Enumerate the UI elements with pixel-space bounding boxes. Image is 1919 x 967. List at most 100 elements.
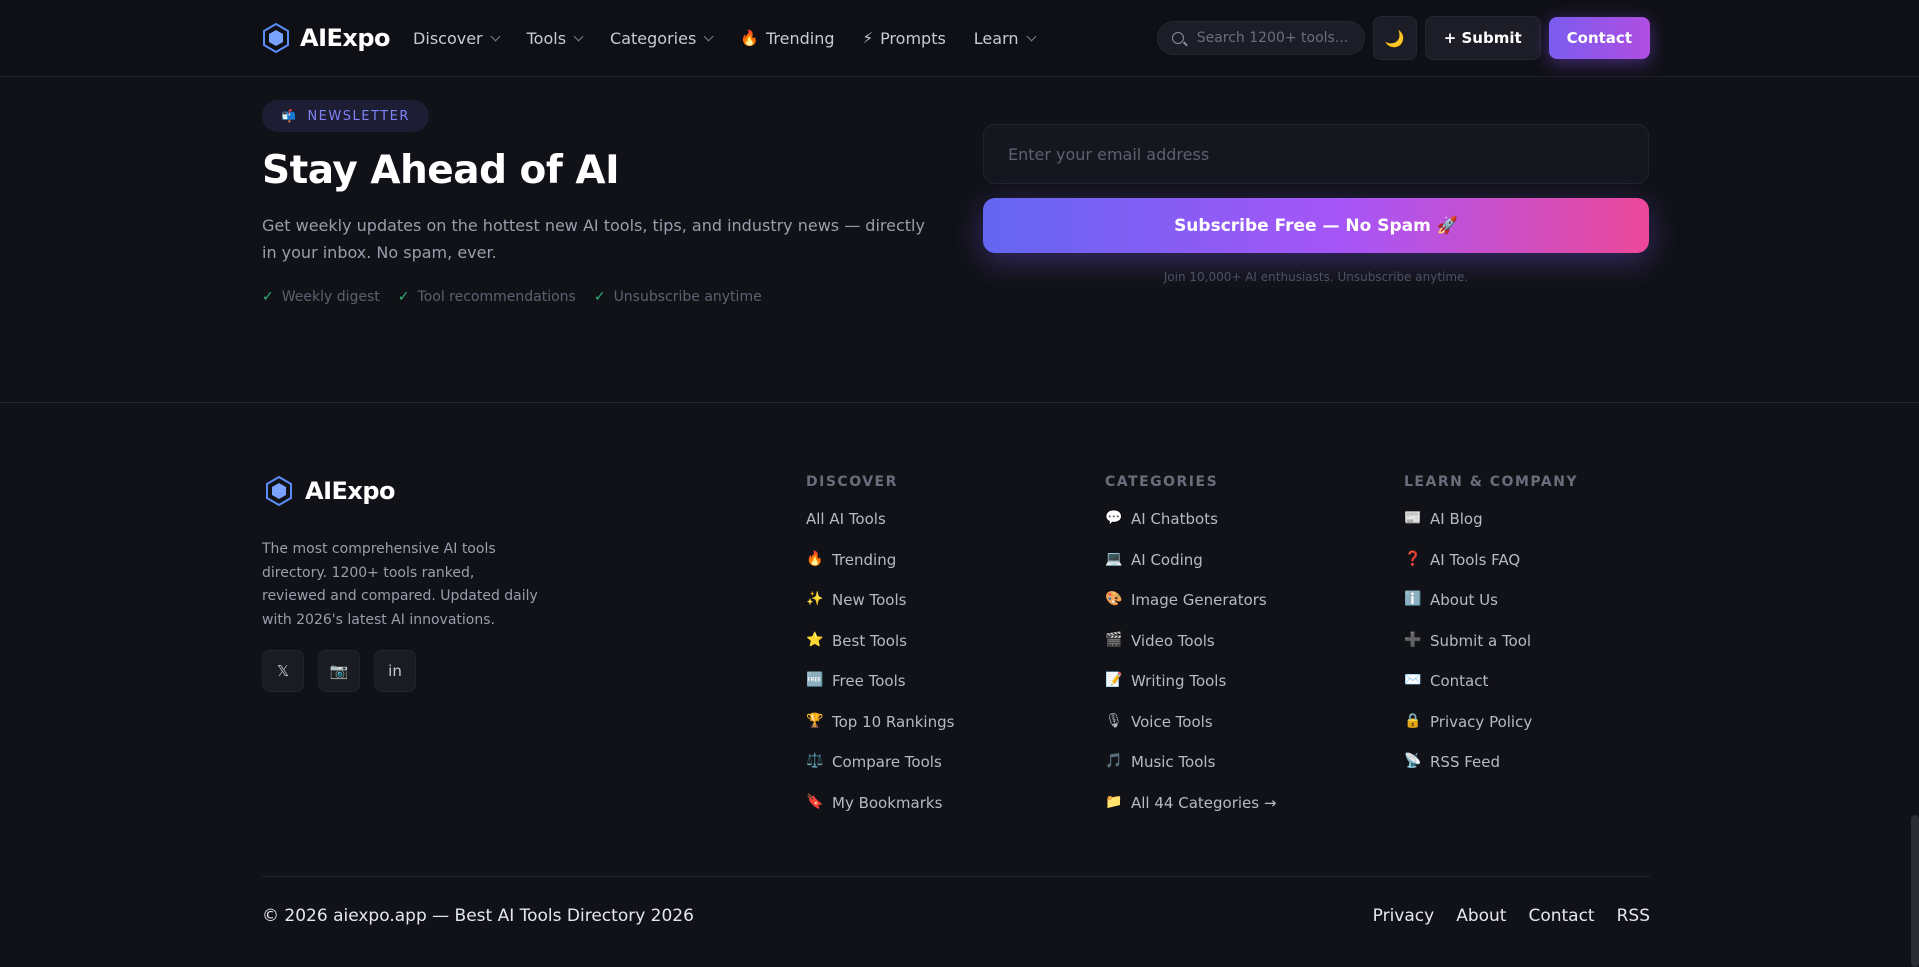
linkedin-link[interactable]: in: [374, 650, 416, 692]
newsletter-description: Get weekly updates on the hottest new AI…: [262, 216, 925, 262]
search-input[interactable]: [1194, 29, 1349, 47]
footer-link-icon: 💻: [1105, 550, 1123, 567]
footer-brand-name: AIExpo: [305, 477, 396, 505]
brand-logo[interactable]: AIExpo: [262, 23, 391, 53]
footer-link[interactable]: ✨ New Tools: [806, 591, 954, 632]
footer-link[interactable]: 🆓 Free Tools: [806, 672, 954, 713]
subscribe-button[interactable]: Subscribe Free — No Spam 🚀: [983, 198, 1649, 253]
newsletter-badge-label: NEWSLETTER: [307, 108, 410, 124]
footer-link-icon: 🔥: [806, 550, 824, 567]
footer-link[interactable]: ℹ️ About Us: [1404, 591, 1578, 632]
nav-link-learn[interactable]: Learn: [973, 28, 1036, 48]
footer-link-icon: ➕: [1404, 631, 1422, 648]
footer-logo[interactable]: AIExpo: [265, 476, 396, 506]
instagram-icon: 📷: [329, 662, 349, 680]
footer-column-learn-company: LEARN & COMPANY 📰 AI Blog ❓ AI Tools FAQ ℹ️ Ab…: [1404, 474, 1578, 794]
footer-link[interactable]: 🏆 Top 10 Rankings: [806, 713, 954, 754]
nav-link-label: Trending: [765, 28, 835, 48]
nav-link-discover[interactable]: Discover: [413, 29, 501, 48]
contact-button[interactable]: Contact: [1548, 17, 1650, 59]
footer-column-discover: DISCOVER All AI Tools 🔥 Trending ✨ New Tools ⭐…: [806, 474, 954, 834]
footer-link-icon: 🎵: [1105, 753, 1123, 769]
checkmark-icon: ✓: [593, 289, 606, 305]
footer-link[interactable]: 🔒 Privacy Policy: [1404, 713, 1578, 754]
mailbox-icon: 📬: [281, 109, 298, 123]
bottom-link-rss[interactable]: RSS: [1617, 906, 1650, 926]
footer-divider: [262, 876, 1650, 877]
footer-link-label: Top 10 Rankings: [832, 712, 955, 731]
benefit-label: Tool recommendations: [417, 289, 576, 305]
nav-link-label: Categories: [610, 28, 697, 48]
page-scrollbar[interactable]: [1911, 815, 1919, 967]
nav-link-label: Learn: [973, 28, 1019, 48]
chevron-down-icon: [573, 31, 584, 41]
footer-link[interactable]: 🎨 Image Generators: [1105, 591, 1276, 632]
footer-link[interactable]: 📰 AI Blog: [1404, 510, 1578, 551]
footer-link[interactable]: ✉️ Contact: [1404, 672, 1578, 713]
bottom-link-contact[interactable]: Contact: [1528, 906, 1594, 926]
social-links: 𝕏 📷 in: [262, 650, 416, 692]
footer-link-label: All AI Tools: [806, 510, 886, 528]
footer-link[interactable]: 🎵 Music Tools: [1105, 753, 1276, 794]
footer-link[interactable]: 💬 AI Chatbots: [1105, 510, 1276, 551]
benefit-label: Unsubscribe anytime: [613, 289, 762, 305]
nav-link-categories[interactable]: Categories: [610, 28, 714, 48]
footer-link-icon: ✉️: [1404, 672, 1422, 688]
footer-link-label: Free Tools: [832, 672, 906, 690]
nav-link-prompts[interactable]: ⚡ Prompts: [863, 29, 946, 48]
footer-description: The most comprehensive AI tools director…: [262, 541, 538, 628]
checkmark-icon: ✓: [262, 289, 274, 305]
footer-link[interactable]: ➕ Submit a Tool: [1404, 632, 1578, 673]
footer-link-label: New Tools: [832, 591, 907, 609]
bottom-link-privacy[interactable]: Privacy: [1373, 906, 1435, 926]
nav-link-label: Prompts: [880, 28, 946, 48]
footer-link[interactable]: All AI Tools: [806, 510, 954, 551]
footer-link-label: RSS Feed: [1430, 753, 1501, 771]
bottom-link-about[interactable]: About: [1456, 906, 1506, 926]
footer-link[interactable]: 🎬 Video Tools: [1105, 632, 1276, 673]
footer-link-icon: 🏆: [806, 712, 824, 729]
x-icon: 𝕏: [276, 662, 290, 680]
brand-name: AIExpo: [300, 24, 391, 52]
newsletter-title: Stay Ahead of AI: [262, 148, 620, 193]
checkmark-icon: ✓: [397, 289, 410, 305]
chevron-down-icon: [703, 31, 714, 41]
footer-link[interactable]: 📁 All 44 Categories →: [1105, 794, 1276, 835]
footer-column-title: LEARN & COMPANY: [1404, 474, 1579, 490]
copyright-text: © 2026 aiexpo.app — Best AI Tools Direct…: [262, 906, 694, 926]
footer-link[interactable]: ⭐ Best Tools: [806, 632, 954, 673]
footer-link-label: My Bookmarks: [832, 793, 943, 812]
nav-link-tools[interactable]: Tools: [527, 29, 584, 48]
footer-bottom-links: Privacy About Contact RSS: [1373, 906, 1650, 926]
footer-link[interactable]: 🎙 Voice Tools: [1105, 713, 1276, 754]
footer-link-icon: ℹ️: [1404, 591, 1422, 607]
footer-link-label: Submit a Tool: [1430, 631, 1532, 650]
submit-tool-button[interactable]: + Submit: [1424, 16, 1541, 60]
footer-column-title: DISCOVER: [806, 474, 898, 490]
footer-link[interactable]: 🔥 Trending: [806, 551, 954, 592]
search-box[interactable]: [1156, 21, 1365, 55]
chevron-down-icon: [1026, 31, 1036, 41]
footer-link[interactable]: ⚖️ Compare Tools: [806, 753, 954, 794]
benefit-item: ✓ Tool recommendations: [398, 289, 576, 305]
subscribe-note: Join 10,000+ AI enthusiasts. Unsubscribe…: [1163, 270, 1469, 284]
footer-link-label: AI Tools FAQ: [1430, 550, 1521, 569]
instagram-link[interactable]: 📷: [318, 650, 360, 692]
top-navbar: AIExpo Discover Tools Categories 🔥 Trending ⚡…: [0, 0, 1919, 77]
nav-links: Discover Tools Categories 🔥 Trending ⚡ Prompts…: [413, 29, 1062, 48]
benefit-item: ✓ Weekly digest: [262, 289, 380, 305]
email-field-wrapper[interactable]: [983, 124, 1649, 184]
footer-link[interactable]: 📝 Writing Tools: [1105, 672, 1276, 713]
theme-toggle-button[interactable]: 🌙: [1372, 16, 1417, 60]
footer-link-icon: 🆓: [806, 672, 824, 688]
email-field[interactable]: [1006, 143, 1626, 165]
footer-link[interactable]: 💻 AI Coding: [1105, 551, 1276, 592]
footer-link[interactable]: ❓ AI Tools FAQ: [1404, 551, 1578, 592]
footer-link-label: AI Chatbots: [1131, 510, 1218, 528]
footer-link[interactable]: 🔖 My Bookmarks: [806, 794, 954, 835]
benefit-label: Weekly digest: [281, 289, 380, 305]
footer-link[interactable]: 📡 RSS Feed: [1404, 753, 1578, 794]
footer-link-label: Image Generators: [1131, 591, 1267, 609]
x-link[interactable]: 𝕏: [262, 650, 304, 692]
nav-link-trending[interactable]: 🔥 Trending: [740, 29, 834, 48]
